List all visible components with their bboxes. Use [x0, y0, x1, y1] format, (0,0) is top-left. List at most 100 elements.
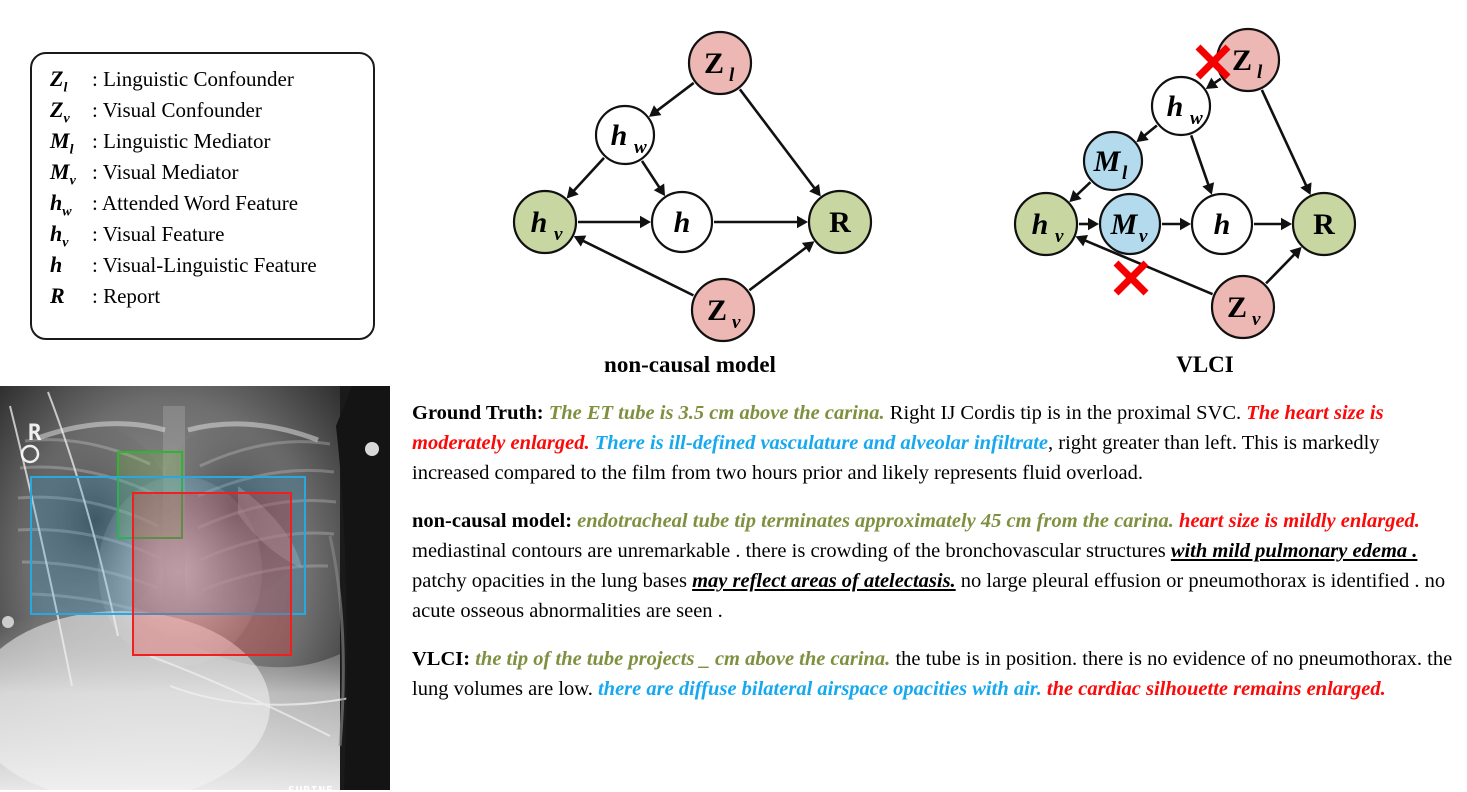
arrowhead-hv-to-Mv [1088, 217, 1099, 231]
legend-row: R : Report [50, 283, 373, 314]
node-Zv: Zv [690, 277, 756, 343]
causal-edge-hw-to-h [640, 160, 662, 190]
node-Zl: Zl [1215, 27, 1281, 93]
diagram-svg-vlci: Zlh wM lh v Mv h RZ v [1013, 27, 1357, 340]
node-Zl: Zl [687, 30, 753, 96]
causal-edge-hw-to-hv [571, 156, 605, 193]
legend-row: h : Visual-Linguistic Feature [50, 252, 373, 283]
legend-description: : Visual Mediator [92, 160, 239, 184]
node-subscript-Mv: v [1139, 226, 1148, 247]
node-label-hw: h [1167, 90, 1184, 123]
node-label-Zl: Z [1232, 44, 1252, 77]
report-ground-truth: Ground Truth: The ET tube is 3.5 cm abov… [412, 398, 1462, 488]
legend-description: : Attended Word Feature [92, 191, 299, 215]
arrowhead-Zl-to-hw [1205, 77, 1219, 90]
legend-description: : Visual Confounder [92, 98, 262, 122]
report-segment-red: the cardiac silhouette remains enlarged. [1041, 678, 1386, 700]
legend-description: : Visual Feature [92, 222, 225, 246]
node-label-h: h [674, 206, 691, 239]
legend-symbol: hw [50, 190, 72, 220]
node-subscript-Zl: l [1257, 62, 1263, 83]
arrowhead-Mv-to-h [1180, 217, 1191, 231]
legend-description: : Linguistic Mediator [92, 129, 271, 153]
report-segment-plain: mediastinal contours are unremarkable . … [412, 540, 1171, 562]
legend-row: Zv : Visual Confounder [50, 97, 373, 128]
arrowhead-Zl-to-R [809, 183, 821, 197]
arrowhead-hv-to-h [640, 215, 651, 229]
node-h: h [1190, 192, 1254, 256]
caption-vlci: VLCI [1176, 352, 1234, 377]
node-subscript-hw: w [634, 137, 647, 158]
causal-edge-Zl-to-R [738, 88, 817, 191]
report-segment-green: The ET tube is 3.5 cm above the carina. [543, 402, 885, 424]
causal-edge-Ml-to-hv [1074, 181, 1092, 197]
report-text-ground-truth: The ET tube is 3.5 cm above the carina. … [412, 402, 1384, 484]
legend-symbol: R [50, 283, 65, 308]
node-label-Zl: Z [704, 47, 724, 80]
legend-row: hv : Visual Feature [50, 221, 373, 252]
caption-non-causal: non-causal model [604, 352, 776, 377]
report-segment-green: endotracheal tube tip terminates approxi… [572, 510, 1180, 532]
legend-row: Zl : Linguistic Confounder [50, 66, 373, 97]
legend-row: Ml: Linguistic Mediator [50, 128, 373, 159]
causal-diagram-vlci: ZlhwMlhvMvhRZv VLCI [985, 0, 1425, 390]
arrowhead-h-to-R [1281, 217, 1292, 231]
report-segment-plain: patchy opacities in the lung bases [412, 570, 693, 592]
legend-symbol: hv [50, 221, 69, 251]
node-label-R: R [1313, 208, 1335, 241]
report-comparison-panel: Ground Truth: The ET tube is 3.5 cm abov… [412, 398, 1462, 722]
node-subscript-Ml: l [1122, 163, 1128, 184]
legend-symbol: Zl [50, 66, 68, 96]
node-subscript-hv: v [554, 224, 563, 245]
report-segment-ul-bold: with mild pulmonary edema . [1170, 540, 1418, 562]
svg-text:R: R [28, 421, 42, 446]
report-label-vlci: VLCI: [412, 648, 471, 670]
report-segment-red: heart size is mildly enlarged. [1179, 510, 1420, 532]
node-subscript-Zv: v [732, 312, 741, 333]
node-hv: hv [512, 189, 578, 255]
node-subscript-hw: w [1190, 108, 1203, 129]
legend-box: Zl : Linguistic Confounder Zv : Visual Conf… [30, 52, 375, 340]
arrowhead-h-to-R [797, 215, 808, 229]
causal-edge-Zv-to-R [1265, 252, 1297, 285]
report-non-causal: non-causal model: endotracheal tube tip … [412, 506, 1462, 626]
legend-description: : Report [92, 284, 161, 308]
node-h: h [650, 190, 714, 254]
figure-page: Zl : Linguistic Confounder Zv : Visual Conf… [0, 0, 1467, 792]
node-Mv: Mv [1098, 192, 1162, 256]
legend-description: : Visual-Linguistic Feature [92, 253, 317, 277]
node-label-h: h [1214, 208, 1231, 241]
node-R: R [807, 189, 873, 255]
node-hv: hv [1013, 191, 1079, 257]
node-Zv: Zv [1210, 274, 1276, 340]
node-label-hv: h [1032, 208, 1049, 241]
causal-diagram-non-causal: ZlhwhvhRZv non-causal model [455, 0, 925, 390]
node-label-R: R [829, 206, 851, 239]
node-label-Mv: M [1110, 208, 1139, 241]
node-hw: hw [594, 104, 656, 166]
causal-edge-Zl-to-R [1260, 89, 1308, 188]
legend-symbol: Zv [50, 97, 70, 127]
report-vlci: VLCI: the tip of the tube projects _ cm … [412, 644, 1462, 704]
report-segment-ul-bold: may reflect areas of atelectasis. [692, 570, 956, 592]
legend-row: hw : Attended Word Feature [50, 190, 373, 221]
report-segment-blue: there are diffuse bilateral airspace opa… [597, 678, 1042, 700]
node-Ml: Ml [1082, 130, 1144, 192]
node-subscript-Zv: v [1252, 309, 1261, 330]
legend-symbol: Mv [50, 159, 76, 189]
node-subscript-Zl: l [729, 65, 735, 86]
report-label-non-causal: non-causal model: [412, 510, 573, 532]
xray-label-supine: SUPINE [288, 784, 334, 790]
red-box [132, 492, 292, 656]
diagram-svg-non-causal: Zlh wh v h RZ v [512, 30, 873, 343]
report-label-ground-truth: Ground Truth: [412, 402, 544, 424]
arrowhead-Zv-to-R [801, 241, 815, 253]
node-label-Zv: Z [707, 294, 727, 327]
causal-edge-Zl-to-hw [655, 81, 695, 113]
legend-symbol: h [50, 252, 63, 277]
node-label-hv: h [531, 206, 548, 239]
node-label-hw: h [611, 119, 628, 152]
node-hw: hw [1150, 75, 1212, 137]
legend-description: : Linguistic Confounder [92, 67, 294, 91]
report-segment-blue: There is ill-defined vasculature and alv… [594, 432, 1049, 454]
